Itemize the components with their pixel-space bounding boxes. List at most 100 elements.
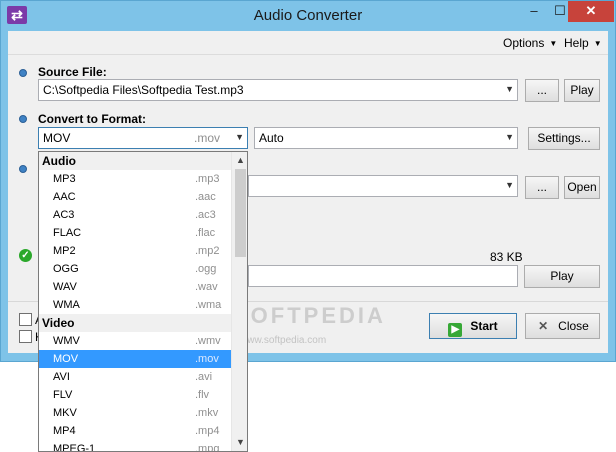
dropdown-option[interactable]: OGG .ogg <box>39 260 231 278</box>
destination-bullet-icon <box>19 165 27 173</box>
dropdown-option-name: FLAC <box>53 227 82 239</box>
dropdown-option[interactable]: WMV .wmv <box>39 332 231 350</box>
dropdown-option-name: MP3 <box>53 173 76 185</box>
dropdown-option[interactable]: WAV .wav <box>39 278 231 296</box>
help-menu-label: Help <box>564 36 589 50</box>
dropdown-option-ext: .ogg <box>195 263 217 275</box>
dropdown-option-ext: .mov <box>195 353 219 365</box>
source-browse-button[interactable]: ... <box>525 79 559 102</box>
dropdown-option-ext: .mkv <box>195 407 219 419</box>
format-bullet-icon <box>19 115 27 123</box>
close-button-label: Close <box>558 319 589 333</box>
source-file-field[interactable]: C:\Softpedia Files\Softpedia Test.mp3 ▼ <box>38 79 518 101</box>
dropdown-option-name: MP2 <box>53 245 76 257</box>
output-size: 83 KB <box>490 250 523 264</box>
dropdown-option-name: AAC <box>53 191 76 203</box>
dropdown-option-name: MOV <box>53 353 79 365</box>
dropdown-option-name: MPEG-1 <box>53 443 96 452</box>
scroll-down-arrow-icon[interactable]: ▼ <box>232 434 247 451</box>
dropdown-option-name: WMA <box>53 299 80 311</box>
output-file-field[interactable] <box>248 265 518 287</box>
close-window-button[interactable]: ✕ <box>568 1 614 22</box>
source-play-button[interactable]: Play <box>564 79 600 102</box>
options-menu-label: Options <box>503 36 545 50</box>
chevron-down-icon[interactable]: ▼ <box>505 180 514 190</box>
dropdown-group-header: Audio <box>39 152 231 170</box>
open-folder-button[interactable]: Open <box>564 176 600 199</box>
play-icon: ▶ <box>448 323 463 337</box>
format-selected-ext: .mov <box>194 131 221 145</box>
dropdown-option-name: Video <box>42 316 75 330</box>
dropdown-option[interactable]: WMA .wma <box>39 296 231 314</box>
scroll-up-arrow-icon[interactable]: ▲ <box>232 152 247 169</box>
destination-browse-button[interactable]: ... <box>525 176 559 199</box>
dropdown-option-ext: .mp4 <box>195 425 220 437</box>
source-file-value: C:\Softpedia Files\Softpedia Test.mp3 <box>43 83 244 97</box>
dropdown-option[interactable]: AVI .avi <box>39 368 231 386</box>
dropdown-option-ext: .flv <box>195 389 210 401</box>
dropdown-option-name: WMV <box>53 335 80 347</box>
chevron-down-icon[interactable]: ▼ <box>505 132 514 142</box>
dropdown-option-name: WAV <box>53 281 77 293</box>
dropdown-scrollbar[interactable]: ▲ ▼ <box>231 152 247 451</box>
dropdown-option-name: FLV <box>53 389 73 401</box>
dropdown-group-header: Video <box>39 314 231 332</box>
dropdown-option[interactable]: FLAC .flac <box>39 224 231 242</box>
start-button-label: Start <box>470 319 498 333</box>
format-selected-name: MOV <box>43 131 71 145</box>
minimize-button[interactable]: – <box>521 1 547 22</box>
dropdown-option-ext: .wav <box>195 281 218 293</box>
option-checkbox-1[interactable] <box>19 313 32 326</box>
options-menu[interactable]: Options ▼ <box>503 36 557 50</box>
title-bar[interactable]: ⇄ Audio Converter – ☐ ✕ <box>1 1 615 31</box>
dropdown-option-name: OGG <box>53 263 79 275</box>
dropdown-option-ext: .ac3 <box>195 209 216 221</box>
dropdown-option-ext: .mp2 <box>195 245 220 257</box>
success-check-icon: ✓ <box>19 249 32 262</box>
dropdown-option[interactable]: AAC .aac <box>39 188 231 206</box>
format-dropdown-list[interactable]: Audio MP3 .mp3 AAC .aac AC3 .ac3 FLAC .flac MP2 .m… <box>38 151 248 452</box>
dropdown-option-name: AC3 <box>53 209 75 221</box>
dropdown-option-ext: .avi <box>195 371 213 383</box>
close-button[interactable]: ✕ Close <box>525 313 600 339</box>
dropdown-option[interactable]: MP3 .mp3 <box>39 170 231 188</box>
source-file-label: Source File: <box>38 65 107 79</box>
chevron-down-icon: ▼ <box>593 39 602 48</box>
dropdown-option[interactable]: MP2 .mp2 <box>39 242 231 260</box>
dropdown-option[interactable]: AC3 .ac3 <box>39 206 231 224</box>
quality-select[interactable]: Auto ▼ <box>254 127 518 149</box>
quality-value: Auto <box>259 131 284 145</box>
dropdown-option[interactable]: MP4 .mp4 <box>39 422 231 440</box>
chevron-down-icon: ▼ <box>549 39 558 48</box>
source-bullet-icon <box>19 69 27 77</box>
settings-button[interactable]: Settings... <box>528 127 600 150</box>
format-select[interactable]: MOV .mov ▼ <box>38 127 248 149</box>
start-button[interactable]: ▶ Start <box>429 313 517 339</box>
dropdown-option-name: MKV <box>53 407 77 419</box>
scrollbar-thumb[interactable] <box>235 169 246 257</box>
help-menu[interactable]: Help ▼ <box>564 36 602 50</box>
dropdown-option-ext: .mpg <box>195 443 220 452</box>
convert-format-label: Convert to Format: <box>38 112 146 126</box>
menu-bar: Options ▼ Help ▼ <box>8 31 608 55</box>
dropdown-option[interactable]: MOV .mov <box>39 350 231 368</box>
dropdown-option-ext: .mp3 <box>195 173 220 185</box>
dropdown-option-name: Audio <box>42 154 76 168</box>
dropdown-option-ext: .flac <box>195 227 216 239</box>
dropdown-option[interactable]: FLV .flv <box>39 386 231 404</box>
audio-converter-window: ⇄ Audio Converter – ☐ ✕ Options ▼ Help ▼ S… <box>0 0 616 452</box>
chevron-down-icon[interactable]: ▼ <box>235 132 244 142</box>
softpedia-watermark: SOFTPEDIA <box>233 303 386 328</box>
dropdown-option-name: AVI <box>53 371 70 383</box>
output-play-button[interactable]: Play <box>524 265 600 288</box>
dropdown-option[interactable]: MPEG-1 .mpg <box>39 440 231 452</box>
close-icon: ✕ <box>538 319 549 333</box>
softpedia-watermark-url: www.softpedia.com <box>240 335 327 346</box>
dropdown-option-name: MP4 <box>53 425 76 437</box>
destination-field[interactable]: ▼ <box>248 175 518 197</box>
dropdown-option[interactable]: MKV .mkv <box>39 404 231 422</box>
dropdown-option-ext: .wmv <box>195 335 221 347</box>
chevron-down-icon[interactable]: ▼ <box>505 84 514 94</box>
option-checkbox-2[interactable] <box>19 330 32 343</box>
dropdown-option-ext: .aac <box>195 191 216 203</box>
